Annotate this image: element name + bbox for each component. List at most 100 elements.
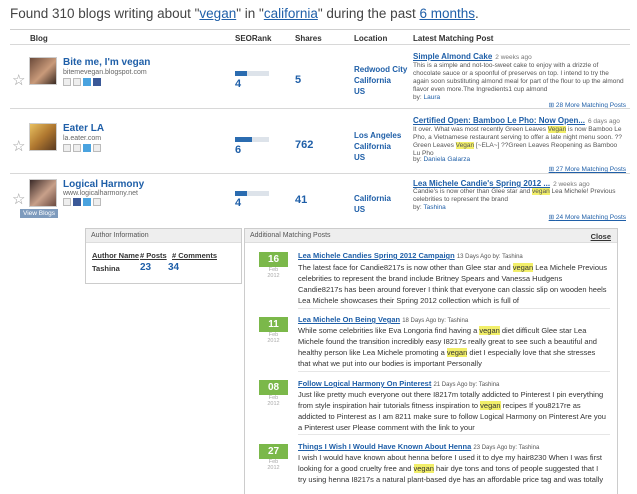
- author-comments-count[interactable]: 34: [168, 262, 179, 273]
- latest-post-title[interactable]: Lea Michele Candie's Spring 2012 ... 2 we…: [413, 179, 590, 188]
- location-state[interactable]: California: [354, 193, 414, 204]
- excerpt-highlight: vegan: [532, 188, 550, 195]
- more-posts-text[interactable]: 27 More Matching Posts: [556, 166, 626, 173]
- latest-post-title[interactable]: Simple Almond Cake 2 weeks ago: [413, 52, 532, 61]
- share-icon[interactable]: [73, 78, 81, 86]
- latest-post-title-text[interactable]: Simple Almond Cake: [413, 52, 492, 61]
- latest-post-title-text[interactable]: Lea Michele Candie's Spring 2012 ...: [413, 179, 550, 188]
- location-city[interactable]: Los Angeles: [354, 130, 414, 141]
- col-location[interactable]: Location: [354, 34, 387, 43]
- col-latest-post: Latest Matching Post: [413, 34, 494, 43]
- matching-post-link[interactable]: Follow Logical Harmony On Pinterest: [298, 379, 431, 388]
- post-year: 2012: [259, 273, 288, 279]
- facebook-icon[interactable]: [73, 198, 81, 206]
- excerpt-highlight: vegan: [480, 401, 501, 410]
- author-posts-count[interactable]: 23: [140, 262, 151, 273]
- location-state[interactable]: California: [354, 75, 414, 86]
- close-button[interactable]: Close: [591, 232, 611, 241]
- excerpt-highlight: vegan: [413, 464, 434, 473]
- twitter-icon[interactable]: [83, 78, 91, 86]
- more-posts-link[interactable]: ⊞ 27 More Matching Posts: [549, 165, 626, 173]
- blog-name[interactable]: Eater LA: [63, 123, 104, 134]
- more-posts-link[interactable]: ⊞ 24 More Matching Posts: [549, 213, 626, 221]
- social-icons: [63, 198, 101, 206]
- blog-url[interactable]: bitemevegan.blogspot.com: [63, 69, 147, 76]
- twitter-icon[interactable]: [83, 144, 91, 152]
- matching-post-excerpt: The latest face for Candie8217s is now o…: [298, 262, 608, 306]
- location-link[interactable]: california: [264, 6, 318, 21]
- author-link[interactable]: Laura: [423, 94, 440, 101]
- blog-url[interactable]: www.logicalharmony.net: [63, 190, 138, 197]
- location-state[interactable]: California: [354, 141, 414, 152]
- headline-after: " during the past: [317, 6, 420, 21]
- matching-post-meta: 18 Days Ago by: Tashina: [402, 318, 469, 324]
- column-header: Blog SEORank Shares Location Latest Matc…: [10, 29, 630, 43]
- seorank-value: 6: [235, 144, 242, 156]
- author-info-panel: Author Information Author Name # Posts #…: [85, 228, 242, 284]
- col-blog[interactable]: Blog: [30, 34, 48, 43]
- twitter-icon[interactable]: [83, 198, 91, 206]
- latest-post-byline: by: Tashina: [413, 204, 446, 211]
- blog-name[interactable]: Logical Harmony: [63, 179, 144, 190]
- rss-icon[interactable]: [93, 144, 101, 152]
- facebook-icon[interactable]: [93, 78, 101, 86]
- more-posts-text[interactable]: 24 More Matching Posts: [556, 214, 626, 221]
- matching-post-title: Lea Michele On Being Vegan 18 Days Ago b…: [298, 315, 468, 324]
- seorank-bar: [235, 191, 269, 196]
- col-comments[interactable]: # Comments: [172, 251, 217, 260]
- matching-post-excerpt: While some celebrities like Eva Longoria…: [298, 325, 608, 369]
- author-name: Tashina: [92, 264, 120, 273]
- blog-row: ☆ Eater LA la.eater.com 6 762 Los Angele…: [10, 108, 630, 173]
- star-icon[interactable]: ☆: [12, 190, 25, 208]
- post-year: 2012: [259, 338, 288, 344]
- social-icons: [63, 78, 101, 86]
- col-seorank[interactable]: SEORank: [235, 34, 271, 43]
- matching-post-title: Lea Michele Candies Spring 2012 Campaign…: [298, 251, 523, 260]
- separator: [298, 371, 610, 372]
- star-icon[interactable]: ☆: [12, 137, 25, 155]
- matching-post-excerpt: Just like pretty much everyone out there…: [298, 389, 608, 433]
- query-link[interactable]: vegan: [199, 6, 236, 21]
- star-icon[interactable]: ☆: [12, 71, 25, 89]
- matching-post-link[interactable]: Lea Michele On Being Vegan: [298, 315, 400, 324]
- col-author-name[interactable]: Author Name: [92, 251, 139, 260]
- location-country[interactable]: US: [354, 86, 414, 97]
- location-country[interactable]: US: [354, 152, 414, 163]
- blog-location: Los Angeles California US: [354, 130, 414, 163]
- author-info-header: Author Information: [86, 229, 241, 243]
- latest-post-title[interactable]: Certified Open: Bamboo Le Pho: Now Open.…: [413, 116, 620, 125]
- col-shares[interactable]: Shares: [295, 34, 322, 43]
- matching-post-link[interactable]: Things I Wish I Would Have Known About H…: [298, 442, 471, 451]
- bookmark-icon[interactable]: [63, 198, 71, 206]
- share-icon[interactable]: [93, 198, 101, 206]
- col-posts[interactable]: # Posts: [140, 251, 167, 260]
- matching-post-title: Follow Logical Harmony On Pinterest 21 D…: [298, 379, 499, 388]
- blog-name[interactable]: Bite me, I'm vegan: [63, 57, 150, 68]
- period-link[interactable]: 6 months: [419, 6, 475, 21]
- latest-post-age: 6 days ago: [588, 118, 620, 125]
- latest-post-title-text[interactable]: Certified Open: Bamboo Le Pho: Now Open.…: [413, 116, 585, 125]
- seorank-bar: [235, 137, 269, 142]
- location-country[interactable]: US: [354, 204, 414, 215]
- bookmark-icon[interactable]: [63, 144, 71, 152]
- share-icon[interactable]: [73, 144, 81, 152]
- seorank-bar-fill: [235, 137, 252, 142]
- blog-row: ☆ Logical Harmony www.logicalharmony.net…: [10, 173, 630, 223]
- matching-post-link[interactable]: Lea Michele Candies Spring 2012 Campaign: [298, 251, 455, 260]
- blog-avatar[interactable]: [29, 179, 57, 207]
- latest-post-excerpt: Candie's is now other than Glee star and…: [413, 188, 625, 204]
- author-link[interactable]: Tashina: [423, 204, 445, 211]
- post-day: 27: [259, 444, 288, 459]
- author-link[interactable]: Daniela Galarza: [423, 156, 470, 163]
- excerpt-highlight: Vegan: [547, 126, 567, 133]
- post-year: 2012: [259, 401, 288, 407]
- excerpt-text: While some celebrities like Eva Longoria…: [298, 326, 480, 335]
- bookmark-icon[interactable]: [63, 78, 71, 86]
- view-blogs-button[interactable]: View Blogs: [20, 209, 59, 218]
- blog-url[interactable]: la.eater.com: [63, 135, 101, 142]
- blog-avatar[interactable]: [29, 123, 57, 151]
- blog-avatar[interactable]: [29, 57, 57, 85]
- location-city[interactable]: Redwood City: [354, 64, 414, 75]
- blog-location: Redwood City California US: [354, 64, 414, 97]
- post-day: 11: [259, 317, 288, 332]
